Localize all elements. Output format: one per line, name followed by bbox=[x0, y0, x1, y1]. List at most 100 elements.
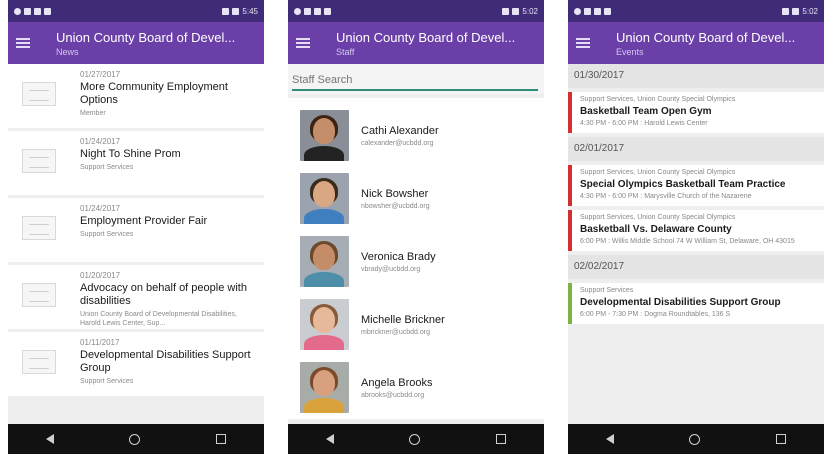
event-body: Support Services, Union County Special O… bbox=[572, 165, 791, 206]
news-category: Support Services bbox=[80, 378, 134, 385]
system-icons: 5:02 bbox=[502, 7, 538, 16]
notification-icon bbox=[14, 7, 21, 15]
staff-email: vbrady@ucbdd.org bbox=[361, 265, 421, 273]
news-item[interactable]: 01/24/2017 Employment Provider Fair Suppor… bbox=[8, 198, 264, 262]
staff-text: Angela Brooks abrooks@ucbdd.org bbox=[361, 377, 433, 399]
hamburger-menu-icon[interactable] bbox=[16, 38, 30, 48]
news-thumbnail-icon bbox=[22, 283, 56, 307]
app-bar: Union County Board of Devel... News bbox=[8, 22, 264, 64]
battery-icon bbox=[792, 7, 800, 15]
home-icon[interactable] bbox=[129, 433, 141, 445]
notification-icon bbox=[584, 7, 591, 15]
avatar-shirt bbox=[304, 146, 344, 161]
staff-text: Veronica Brady vbrady@ucbdd.org bbox=[361, 251, 436, 273]
android-nav-bar bbox=[288, 424, 544, 454]
event-item[interactable]: Support Services, Union County Special O… bbox=[568, 92, 824, 133]
news-date: 01/27/2017 bbox=[80, 70, 121, 79]
battery-icon bbox=[232, 7, 240, 15]
status-bar: 5:45 bbox=[8, 0, 264, 22]
notification-icon bbox=[594, 7, 601, 15]
app-bar: Union County Board of Devel... Staff bbox=[288, 22, 544, 64]
news-item[interactable]: 01/11/2017 Developmental Disabilities Sup… bbox=[8, 332, 264, 396]
event-title: Basketball Team Open Gym bbox=[580, 106, 712, 117]
app-bar: Union County Board of Devel... Events bbox=[568, 22, 824, 64]
clock: 5:02 bbox=[802, 6, 818, 16]
event-body: Support Services Developmental Disabiliti… bbox=[572, 283, 787, 324]
avatar bbox=[300, 299, 349, 350]
event-time: 4:30 PM - 6:00 PM : Marysville Church of… bbox=[580, 193, 752, 200]
back-icon[interactable] bbox=[325, 434, 334, 444]
news-category: Member bbox=[80, 110, 106, 117]
avatar bbox=[300, 236, 349, 287]
back-icon[interactable] bbox=[45, 434, 54, 444]
staff-name: Veronica Brady bbox=[361, 250, 436, 263]
home-icon[interactable] bbox=[689, 433, 701, 445]
staff-search-input[interactable] bbox=[292, 74, 538, 91]
news-date: 01/20/2017 bbox=[80, 271, 121, 280]
section-subtitle: Events bbox=[616, 46, 644, 57]
staff-row[interactable]: Veronica Brady vbrady@ucbdd.org bbox=[288, 230, 544, 293]
event-item[interactable]: Support Services, Union County Special O… bbox=[568, 210, 824, 251]
news-title: More Community Employment Options bbox=[80, 81, 228, 106]
staff-content: Cathi Alexander calexander@ucbdd.org Nick … bbox=[288, 64, 544, 424]
event-body: Support Services, Union County Special O… bbox=[572, 210, 801, 251]
event-item[interactable]: Support Services, Union County Special O… bbox=[568, 165, 824, 206]
recent-apps-icon[interactable] bbox=[496, 434, 507, 444]
avatar-face bbox=[313, 118, 335, 144]
news-thumbnail-icon bbox=[22, 350, 56, 374]
notification-icons bbox=[574, 7, 611, 15]
event-title: Special Olympics Basketball Team Practic… bbox=[580, 179, 786, 190]
app-title: Union County Board of Devel... bbox=[56, 29, 236, 45]
event-item[interactable]: Support Services Developmental Disabiliti… bbox=[568, 283, 824, 324]
news-title: Night To Shine Prom bbox=[80, 148, 181, 160]
news-item[interactable]: 01/24/2017 Night To Shine Prom Support Ser… bbox=[8, 131, 264, 195]
staff-email: abrooks@ucbdd.org bbox=[361, 391, 425, 399]
clock: 5:02 bbox=[522, 6, 538, 16]
staff-email: nbowsher@ucbdd.org bbox=[361, 202, 430, 210]
news-title: Developmental Disabilities Support Group bbox=[80, 349, 251, 374]
system-icons: 5:02 bbox=[782, 7, 818, 16]
avatar bbox=[300, 173, 349, 224]
recent-apps-icon[interactable] bbox=[776, 434, 787, 444]
home-icon[interactable] bbox=[409, 433, 421, 445]
news-item-text: 01/20/2017 Advocacy on behalf of people w… bbox=[80, 271, 258, 328]
signal-icon bbox=[782, 7, 790, 15]
events-list: 01/30/2017 Support Services, Union County… bbox=[568, 64, 824, 424]
notification-icon bbox=[294, 7, 301, 15]
avatar-shirt bbox=[304, 398, 344, 413]
news-item-text: 01/24/2017 Night To Shine Prom Support Ser… bbox=[80, 137, 181, 172]
news-thumbnail-icon bbox=[22, 216, 56, 240]
event-category: Support Services, Union County Special O… bbox=[580, 214, 736, 221]
recent-apps-icon[interactable] bbox=[216, 434, 227, 444]
hamburger-menu-icon[interactable] bbox=[576, 38, 590, 48]
news-category: Union County Board of Developmental Disa… bbox=[80, 311, 237, 327]
news-thumbnail-icon bbox=[22, 82, 56, 106]
event-category: Support Services, Union County Special O… bbox=[580, 169, 736, 176]
news-category: Support Services bbox=[80, 164, 134, 171]
event-time: 6:00 PM : Willis Middle School 74 W Will… bbox=[580, 238, 795, 245]
staff-list: Cathi Alexander calexander@ucbdd.org Nick … bbox=[288, 98, 544, 419]
staff-name: Cathi Alexander bbox=[361, 124, 439, 137]
staff-name: Nick Bowsher bbox=[361, 187, 429, 200]
event-title: Developmental Disabilities Support Group bbox=[580, 297, 781, 308]
staff-text: Nick Bowsher nbowsher@ucbdd.org bbox=[361, 188, 430, 210]
news-list: 01/27/2017 More Community Employment Opti… bbox=[8, 64, 264, 424]
notification-icons bbox=[14, 7, 51, 15]
staff-row[interactable]: Nick Bowsher nbowsher@ucbdd.org bbox=[288, 167, 544, 230]
staff-name: Angela Brooks bbox=[361, 376, 433, 389]
news-date: 01/24/2017 bbox=[80, 204, 121, 213]
staff-row[interactable]: Michelle Brickner mbrickner@ucbdd.org bbox=[288, 293, 544, 356]
news-item[interactable]: 01/27/2017 More Community Employment Opti… bbox=[8, 64, 264, 128]
back-icon[interactable] bbox=[605, 434, 614, 444]
staff-row[interactable]: Cathi Alexander calexander@ucbdd.org bbox=[288, 104, 544, 167]
hamburger-menu-icon[interactable] bbox=[296, 38, 310, 48]
avatar-face bbox=[313, 181, 335, 207]
notification-icon bbox=[44, 7, 51, 15]
news-item[interactable]: 01/20/2017 Advocacy on behalf of people w… bbox=[8, 265, 264, 329]
staff-row[interactable]: Angela Brooks abrooks@ucbdd.org bbox=[288, 356, 544, 419]
staff-name: Michelle Brickner bbox=[361, 313, 445, 326]
system-icons: 5:45 bbox=[222, 7, 258, 16]
staff-search-bar bbox=[288, 64, 544, 94]
status-bar: 5:02 bbox=[568, 0, 824, 22]
event-time: 6:00 PM - 7:30 PM : Dogma Roundtables, 1… bbox=[580, 311, 731, 318]
